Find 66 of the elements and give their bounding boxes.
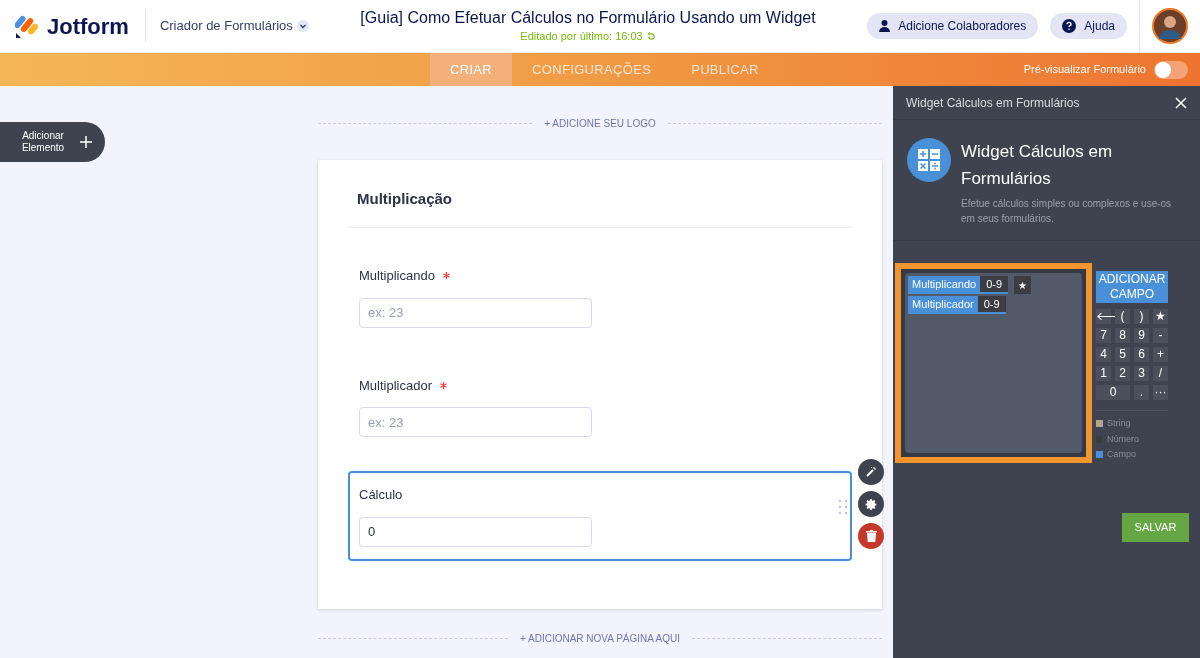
magic-wand-icon	[865, 466, 877, 478]
add-element-button[interactable]: Adicionar Elemento	[0, 122, 105, 162]
operator-token[interactable]: ★	[1014, 276, 1032, 294]
field-card[interactable]: Multiplicador ex: 23	[348, 361, 852, 451]
field-label: Multiplicando	[359, 267, 435, 285]
widget-name: Widget Cálculos em Formulários	[961, 141, 1114, 190]
keypad-key[interactable]: 0	[1096, 385, 1130, 400]
keypad-key[interactable]: 4	[1096, 347, 1111, 362]
keypad-key[interactable]: .	[1134, 385, 1149, 400]
input-field[interactable]: ex: 23	[359, 407, 592, 437]
avatar[interactable]	[1152, 8, 1188, 44]
input-field[interactable]: 0	[359, 516, 592, 547]
chevron-down-icon	[296, 20, 309, 32]
selected-field-card[interactable]: Cálculo 0	[348, 471, 852, 561]
range-tag: 0-9	[977, 296, 1006, 312]
range-tag: 0-9	[980, 276, 1009, 292]
field-label: Multiplicador	[359, 376, 432, 395]
widget-description: Efetue cálculos simples ou complexos e use-os em seus formulários.	[961, 197, 1173, 226]
keypad-key[interactable]: ★	[1153, 309, 1168, 324]
formula-editor[interactable]: Multiplicando 0-9 ★ Multiplicador 0-9	[895, 263, 1092, 463]
add-collaborators-button[interactable]: Adicione Colaboradores	[867, 13, 1039, 39]
add-logo-link[interactable]: + ADICIONE SEU LOGO	[544, 115, 656, 131]
last-edited-text: Editado por último: 16:03	[520, 28, 643, 44]
keypad-key[interactable]: 1	[1096, 366, 1111, 381]
keypad-key[interactable]: 6	[1134, 347, 1149, 362]
keypad-key[interactable]: (	[1115, 309, 1130, 324]
panel-title: Widget Cálculos em Formulários	[906, 94, 1080, 112]
builder-menu[interactable]: Criador de Formulários	[159, 16, 309, 36]
trash-icon	[865, 530, 877, 542]
keypad-key[interactable]: 9	[1134, 328, 1149, 343]
field-token[interactable]: Multiplicador 0-9	[908, 296, 1006, 314]
keypad-key[interactable]: ···	[1153, 385, 1168, 400]
legend-label: Número	[1107, 432, 1139, 446]
legend-label: String	[1107, 417, 1131, 430]
keypad-key[interactable]: 3	[1134, 366, 1149, 381]
user-icon	[879, 20, 891, 32]
field-card[interactable]: Multiplicando ex: 23	[348, 252, 852, 342]
magic-wand-button[interactable]	[858, 459, 884, 485]
keypad-key[interactable]: 2	[1115, 366, 1130, 381]
plus-icon	[80, 136, 92, 148]
add-page-link[interactable]: + ADICIONAR NOVA PÁGINA AQUI	[519, 631, 681, 646]
field-token[interactable]: Multiplicando 0-9	[908, 276, 1009, 294]
help-icon	[1062, 19, 1077, 33]
keypad-key[interactable]: )	[1134, 309, 1149, 324]
field-label: Cálculo	[359, 486, 403, 504]
keypad-key[interactable]: 7	[1096, 328, 1111, 343]
calculator-icon	[907, 138, 951, 182]
form-title[interactable]: [Guia] Como Efetuar Cálculos no Formulário Usando um Widget	[360, 7, 816, 28]
preview-toggle[interactable]	[1154, 60, 1188, 79]
delete-button[interactable]	[858, 523, 884, 549]
help-button[interactable]: Ajuda	[1050, 13, 1127, 39]
keypad-key[interactable]: -	[1153, 328, 1168, 343]
preview-label: Pré-visualizar Formulário	[1023, 62, 1146, 78]
keypad-key[interactable]: +	[1153, 347, 1168, 362]
drag-handle-icon[interactable]	[838, 499, 848, 515]
close-icon[interactable]	[1175, 96, 1187, 109]
legend-label: Campo	[1107, 448, 1136, 461]
keypad-key[interactable]: /	[1153, 366, 1168, 381]
settings-icon	[864, 497, 878, 511]
form-heading: Multiplicação	[357, 190, 453, 207]
input-field[interactable]: ex: 23	[359, 297, 592, 328]
keypad-key[interactable]: 8	[1115, 328, 1130, 343]
keypad-key[interactable]: 5	[1115, 347, 1130, 362]
brand-name: Jotform	[47, 12, 129, 41]
settings-button[interactable]	[858, 491, 884, 517]
logo-icon	[15, 13, 39, 39]
